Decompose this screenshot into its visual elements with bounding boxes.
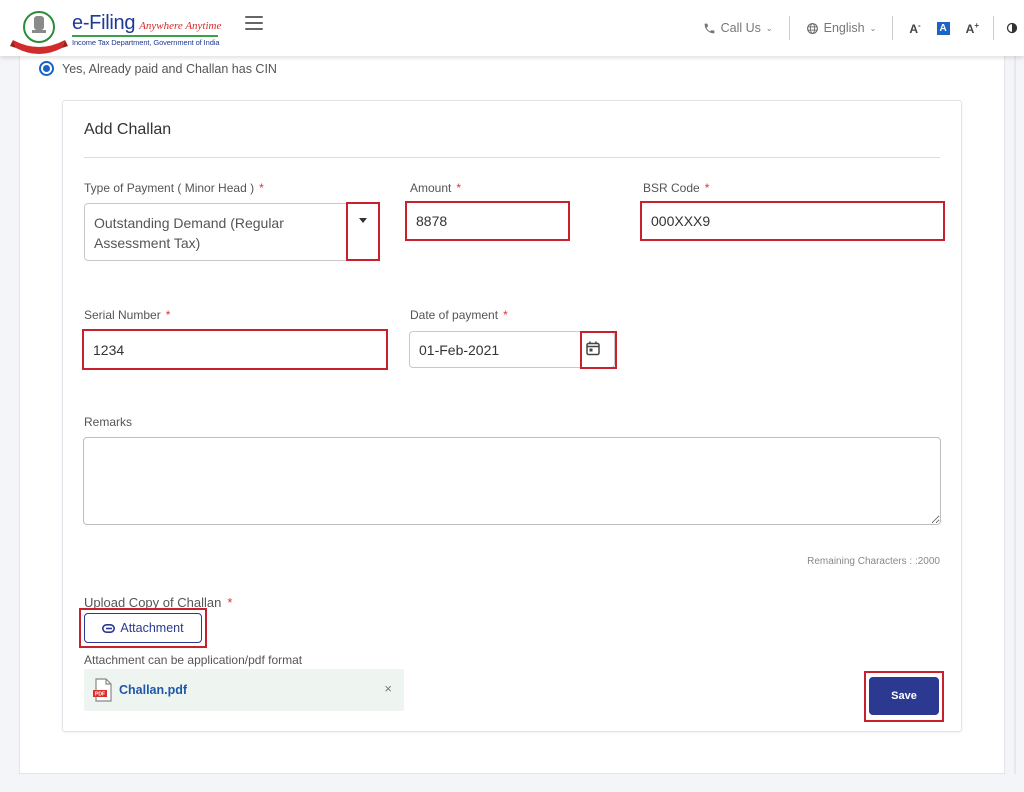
divider xyxy=(892,16,894,40)
brand-rule xyxy=(72,35,218,37)
remarks-textarea[interactable] xyxy=(83,437,941,525)
type-of-payment-label: Type of Payment ( Minor Head ) * xyxy=(84,181,264,195)
emblem-icon xyxy=(10,11,68,54)
type-of-payment-select[interactable]: Outstanding Demand (Regular Assessment T… xyxy=(84,203,380,261)
divider xyxy=(788,16,790,40)
phone-icon xyxy=(704,23,714,33)
bsr-code-label: BSR Code * xyxy=(643,181,710,195)
font-decrease-label: A xyxy=(909,21,918,36)
serial-number-label: Serial Number * xyxy=(84,308,171,322)
language-label: English xyxy=(823,21,865,35)
attached-file: PDF Challan.pdf × xyxy=(84,669,404,711)
date-of-payment-value: 01-Feb-2021 xyxy=(419,341,500,358)
add-challan-card: Add Challan Type of Payment ( Minor Head… xyxy=(62,100,962,732)
font-decrease-button[interactable]: A- xyxy=(909,21,920,36)
calendar-icon[interactable] xyxy=(586,341,600,356)
remaining-characters: Remaining Characters : :2000 xyxy=(807,556,940,567)
amount-value: 8878 xyxy=(416,213,448,229)
serial-number-input[interactable]: 1234 xyxy=(82,329,388,370)
attachment-button[interactable]: Attachment xyxy=(84,613,202,643)
pdf-file-icon: PDF xyxy=(93,678,112,702)
call-us-label: Call Us xyxy=(720,21,761,35)
bsr-code-input[interactable]: 000XXX9 xyxy=(640,201,945,241)
brand-tagline: Anywhere Anytime xyxy=(139,20,222,32)
payment-option-label: Yes, Already paid and Challan has CIN xyxy=(62,61,277,76)
amount-label: Amount * xyxy=(410,181,462,195)
globe-icon xyxy=(806,22,818,34)
font-decrease-sup: - xyxy=(917,20,921,30)
brand-subtitle: Income Tax Department, Government of Ind… xyxy=(72,38,220,47)
payment-option-radio[interactable]: Yes, Already paid and Challan has CIN xyxy=(39,61,277,76)
serial-number-value: 1234 xyxy=(93,341,125,358)
scrollbar-track[interactable] xyxy=(1014,56,1016,774)
top-header: e-Filing Anywhere Anytime Income Tax Dep… xyxy=(0,0,1024,56)
file-name-link[interactable]: Challan.pdf xyxy=(119,683,187,697)
caret-down-icon xyxy=(359,218,367,223)
divider xyxy=(84,157,940,158)
brand-name: e-Filing xyxy=(72,12,136,34)
font-default-button[interactable]: A xyxy=(936,21,950,35)
attachment-label: Attachment xyxy=(120,621,184,635)
bsr-code-value: 000XXX9 xyxy=(651,213,711,229)
divider xyxy=(993,16,994,40)
svg-text:PDF: PDF xyxy=(95,692,105,698)
font-increase-button[interactable]: A+ xyxy=(966,21,979,36)
language-menu[interactable]: English ⌄ xyxy=(806,21,877,35)
remarks-label: Remarks xyxy=(84,415,133,429)
remove-file-icon[interactable]: × xyxy=(384,681,392,696)
amount-input[interactable]: 8878 xyxy=(405,201,570,241)
date-of-payment-label: Date of payment * xyxy=(410,308,508,322)
save-button[interactable]: Save xyxy=(869,677,939,715)
call-us-menu[interactable]: Call Us ⌄ xyxy=(703,21,773,35)
dropdown-toggle[interactable] xyxy=(346,202,380,261)
chevron-down-icon: ⌄ xyxy=(869,23,877,33)
radio-button[interactable] xyxy=(39,61,54,76)
card-title: Add Challan xyxy=(84,121,172,138)
paperclip-icon xyxy=(102,623,116,633)
contrast-icon[interactable] xyxy=(1006,22,1018,34)
hamburger-icon[interactable] xyxy=(245,16,263,30)
brand[interactable]: e-Filing Anywhere Anytime Income Tax Dep… xyxy=(72,12,221,47)
attachment-hint: Attachment can be application/pdf format xyxy=(84,653,303,667)
header-toolbar: Call Us ⌄ English ⌄ A- A A+ xyxy=(703,0,1024,56)
chevron-down-icon: ⌄ xyxy=(765,23,773,33)
font-increase-sup: + xyxy=(974,20,979,30)
type-of-payment-value: Outstanding Demand (Regular Assessment T… xyxy=(94,215,284,251)
